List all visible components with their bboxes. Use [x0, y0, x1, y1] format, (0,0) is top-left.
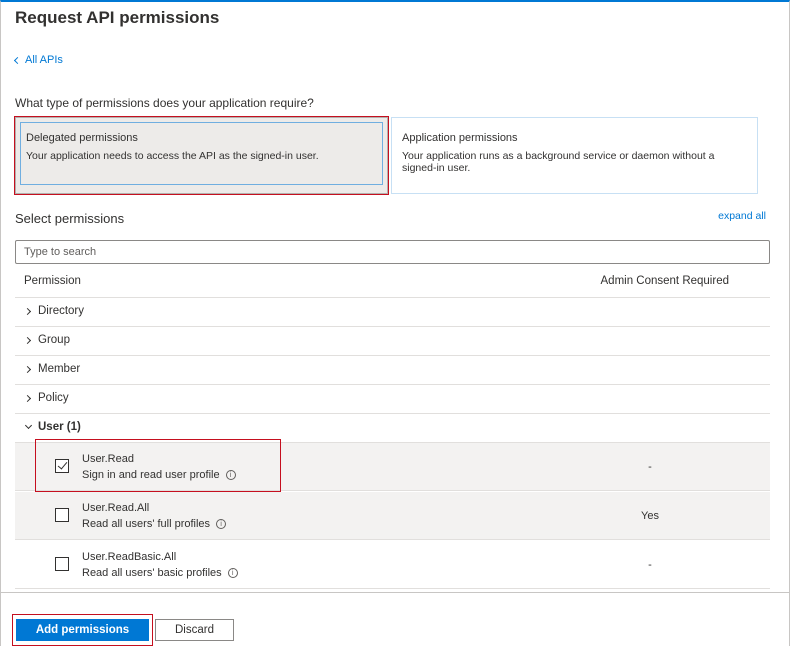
- admin-consent-value: -: [648, 461, 652, 473]
- user-read-checkbox[interactable]: [55, 459, 69, 473]
- admin-consent-value: Yes: [641, 510, 659, 522]
- permission-description-text: Read all users' full profiles: [82, 518, 211, 530]
- application-description: Your application runs as a background se…: [402, 150, 715, 174]
- permission-row-user-readbasic-all: User.ReadBasic.All Read all users' basic…: [15, 541, 770, 589]
- application-title: Application permissions: [402, 132, 518, 144]
- permission-row-user-read-all: User.Read.All Read all users' full profi…: [15, 492, 770, 540]
- chevron-down-icon: [24, 421, 33, 430]
- group-label: User (1): [38, 421, 81, 433]
- chevron-left-icon: [13, 56, 22, 65]
- expand-all-link[interactable]: expand all: [718, 210, 766, 222]
- chevron-right-icon: [23, 365, 32, 374]
- group-label: Member: [38, 363, 81, 375]
- column-header-admin-consent: Admin Consent Required: [600, 275, 730, 287]
- permission-description: Sign in and read user profile i: [82, 469, 236, 481]
- group-row-user[interactable]: User (1): [15, 414, 770, 443]
- chevron-right-icon: [23, 336, 32, 345]
- select-permissions-label: Select permissions: [15, 211, 125, 226]
- search-input[interactable]: [15, 240, 770, 264]
- user-readbasic-all-checkbox[interactable]: [55, 557, 69, 571]
- user-read-all-checkbox[interactable]: [55, 508, 69, 522]
- info-icon[interactable]: i: [216, 519, 227, 529]
- info-icon[interactable]: i: [225, 470, 236, 480]
- group-row-policy[interactable]: Policy: [15, 385, 770, 414]
- permission-row-user-read: User.Read Sign in and read user profile …: [15, 443, 770, 491]
- all-apis-label: All APIs: [25, 54, 63, 66]
- permission-description: Read all users' basic profiles i: [82, 567, 238, 579]
- page-title: Request API permissions: [15, 8, 220, 27]
- add-permissions-button[interactable]: Add permissions: [16, 619, 149, 641]
- application-permissions-option[interactable]: Application permissions Your application…: [391, 117, 758, 194]
- permission-type-question: What type of permissions does your appli…: [15, 96, 314, 110]
- permission-name: User.ReadBasic.All: [82, 551, 177, 563]
- chevron-right-icon: [23, 307, 32, 316]
- discard-button[interactable]: Discard: [155, 619, 234, 641]
- column-header-permission: Permission: [24, 275, 81, 287]
- admin-consent-value: -: [648, 559, 652, 571]
- group-label: Policy: [38, 392, 69, 404]
- group-row-group[interactable]: Group: [15, 327, 770, 356]
- selected-focus-ring: [20, 122, 383, 185]
- permission-description-text: Sign in and read user profile: [82, 469, 220, 481]
- info-icon[interactable]: i: [227, 568, 238, 578]
- delegated-permissions-option[interactable]: Delegated permissions Your application n…: [14, 116, 389, 195]
- table-header: Permission Admin Consent Required: [15, 266, 770, 298]
- footer-divider: [0, 592, 790, 593]
- chevron-right-icon: [23, 394, 32, 403]
- permission-name: User.Read: [82, 453, 134, 465]
- permission-description: Read all users' full profiles i: [82, 518, 227, 530]
- all-apis-link[interactable]: All APIs: [13, 54, 63, 66]
- permission-name: User.Read.All: [82, 502, 150, 514]
- group-label: Group: [38, 334, 70, 346]
- permission-description-text: Read all users' basic profiles: [82, 567, 222, 579]
- group-label: Directory: [38, 305, 85, 317]
- group-row-member[interactable]: Member: [15, 356, 770, 385]
- group-row-directory[interactable]: Directory: [15, 298, 770, 327]
